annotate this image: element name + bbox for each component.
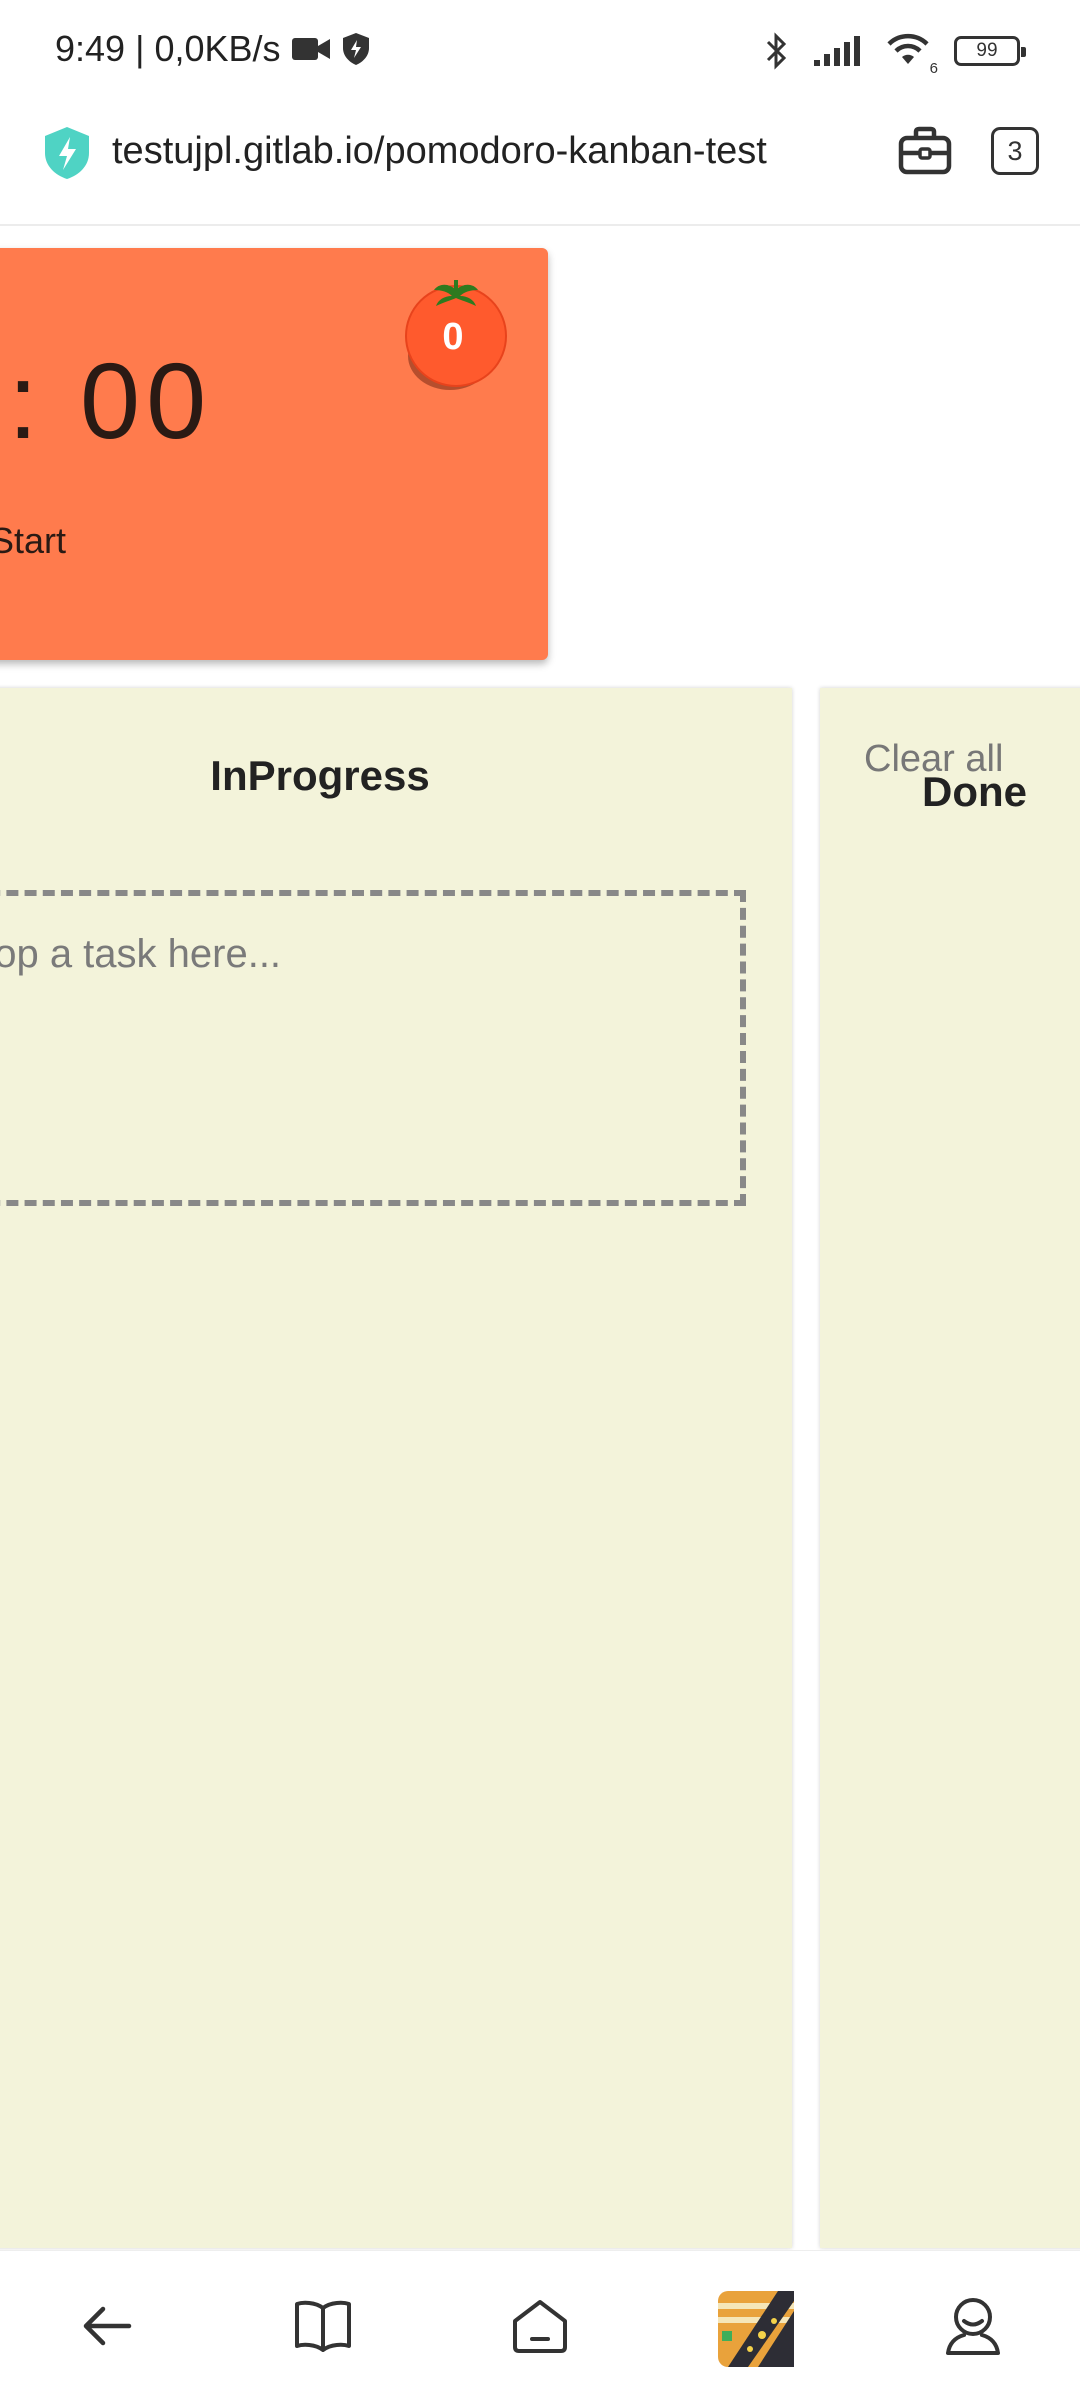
column-done: Clear all Done [820, 688, 1080, 2248]
browser-url-bar: testujpl.gitlab.io/pomodoro-kanban-test … [0, 100, 1080, 226]
video-camera-icon [291, 38, 330, 60]
nav-game-button[interactable] [718, 2291, 794, 2367]
column-title-done: Done [922, 768, 1027, 815]
status-right: 6 99 [764, 30, 1026, 77]
tab-count: 3 [1007, 135, 1023, 166]
tabs-button[interactable]: 3 [991, 127, 1039, 175]
home-icon [513, 2300, 567, 2353]
nav-bookmarks-button[interactable] [288, 2291, 358, 2361]
wifi-icon [887, 33, 929, 64]
nav-home-button[interactable] [505, 2291, 575, 2361]
nav-back-button[interactable] [72, 2291, 142, 2361]
network-speed: 0,0KB/s [154, 28, 281, 69]
status-separator: | [135, 28, 145, 69]
game-thumbnail-icon [718, 2291, 794, 2367]
wifi-indicator: 6 [884, 30, 938, 77]
status-left: 9:49 | 0,0KB/s [55, 28, 371, 70]
pomodoro-count: 0 [442, 316, 464, 358]
pomodoro-timer-card: : 00 Start 0 [0, 248, 548, 660]
status-bar: 9:49 | 0,0KB/s 6 99 [0, 0, 1080, 100]
browser-bottom-nav [0, 2250, 1080, 2400]
profile-icon [946, 2298, 1000, 2355]
briefcase-icon[interactable] [898, 124, 952, 178]
status-time: 9:49 [55, 28, 126, 69]
nav-profile-button[interactable] [938, 2291, 1008, 2361]
column-inprogress: InProgress [0, 688, 792, 2248]
task-drop-input[interactable] [0, 890, 746, 1206]
back-arrow-icon [83, 2306, 132, 2346]
battery-icon: 99 [954, 35, 1026, 66]
shield-icon [342, 33, 369, 65]
start-button[interactable]: Start [0, 520, 66, 562]
signal-icon [814, 35, 860, 66]
timer-display: : 00 [8, 340, 213, 461]
wifi-badge: 6 [929, 60, 938, 77]
battery-level: 99 [976, 39, 998, 61]
column-title-inprogress: InProgress [210, 752, 430, 799]
bookmarks-icon [295, 2300, 351, 2352]
bluetooth-icon [766, 31, 787, 70]
secure-bolt-icon[interactable] [42, 125, 92, 181]
url-field[interactable]: testujpl.gitlab.io/pomodoro-kanban-test [112, 130, 767, 173]
